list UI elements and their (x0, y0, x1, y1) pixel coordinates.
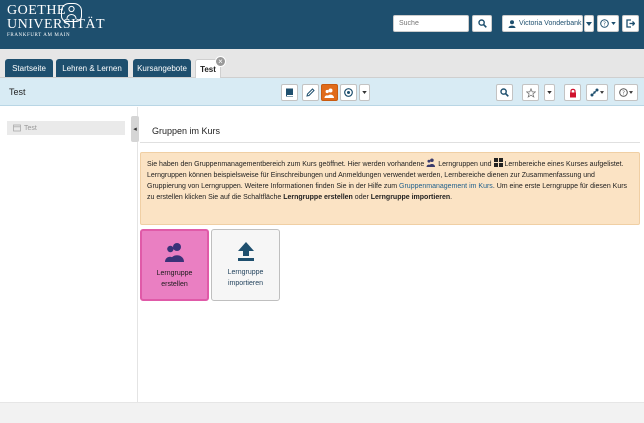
logo-line-1: GOETHE (7, 3, 66, 18)
goethe-seal-icon (61, 3, 82, 22)
info-text-1: Sie haben den Gruppenmanagementbereich z… (147, 161, 425, 168)
create-group-button[interactable]: Lerngruppe erstellen (140, 229, 209, 301)
course-toolbar: Test ? (0, 78, 644, 106)
course-title: Test (9, 87, 26, 97)
search-input[interactable] (393, 15, 469, 32)
pencil-icon (306, 88, 315, 97)
course-help-button[interactable]: ? (614, 84, 638, 101)
user-menu-caret[interactable] (584, 15, 594, 32)
course-content-button[interactable] (281, 84, 298, 101)
book-icon (286, 88, 293, 97)
group-icon (164, 243, 184, 262)
tab-lehren-lernen[interactable]: Lehren & Lernen (56, 59, 128, 77)
course-groups-button[interactable] (321, 84, 338, 101)
user-name: Victoria Vonderbank (519, 20, 582, 27)
sidebar-item-test[interactable]: Test (7, 121, 125, 135)
course-edit-button[interactable] (302, 84, 319, 101)
logout-icon (626, 19, 635, 28)
course-structure-button[interactable] (586, 84, 608, 101)
create-group-label: Lerngruppe erstellen (157, 268, 193, 290)
help-menu-button[interactable]: ? (597, 15, 619, 32)
create-group-label-line2: erstellen (161, 281, 188, 288)
caret-down-icon (362, 91, 367, 94)
import-group-label-line1: Lerngruppe (227, 269, 264, 276)
bookmark-dropdown[interactable] (544, 84, 555, 101)
user-icon (508, 19, 516, 28)
info-box: Sie haben den Gruppenmanagementbereich z… (140, 152, 640, 225)
course-lock-button[interactable] (564, 84, 581, 101)
sidebar-divider (137, 107, 138, 402)
user-menu-button[interactable]: Victoria Vonderbank (502, 15, 583, 32)
help-icon: ? (600, 19, 609, 28)
sidebar-item-label: Test (24, 124, 37, 132)
university-logo[interactable]: GOETHE UNIVERSITÄT FRANKFURT AM MAIN (7, 4, 105, 39)
course-search-button[interactable] (496, 84, 513, 101)
caret-down-icon (547, 91, 552, 94)
target-icon (344, 88, 353, 97)
page-title: Gruppen im Kurs (152, 126, 221, 136)
info-bold-create: Lerngruppe erstellen (283, 194, 353, 201)
bookmark-button[interactable] (522, 84, 539, 101)
logo-line-2: UNIVERSITÄT (7, 17, 106, 32)
import-group-label-line2: importieren (227, 280, 263, 287)
info-text-5: oder (354, 194, 369, 201)
network-icon (590, 88, 599, 97)
close-tab-icon[interactable]: × (215, 56, 226, 67)
svg-text:?: ? (622, 91, 625, 97)
info-bold-import: Lerngruppe importieren (370, 194, 451, 201)
upload-icon (237, 242, 254, 261)
search-icon (477, 19, 487, 28)
info-text-2: Lerngruppen und (438, 161, 492, 168)
help-icon: ? (619, 88, 628, 97)
info-text-6: . (450, 194, 453, 201)
caret-down-icon (586, 21, 592, 26)
star-icon (525, 87, 536, 98)
search-button[interactable] (472, 15, 492, 32)
main-tab-bar: Startseite Lehren & Lernen Kursangebote … (0, 49, 644, 78)
caret-down-icon (600, 91, 604, 94)
tab-kursangebote[interactable]: Kursangebote (133, 59, 191, 77)
logo-line-3: FRANKFURT AM MAIN (7, 33, 71, 38)
caret-down-icon (629, 91, 633, 94)
title-divider (140, 142, 640, 143)
page-footer (0, 402, 644, 423)
course-node-icon (13, 124, 21, 132)
group-icon (324, 88, 334, 98)
import-group-button[interactable]: Lerngruppe importieren (211, 229, 280, 301)
group-icon (426, 158, 436, 167)
search-icon (500, 88, 509, 97)
course-assessment-button[interactable] (340, 84, 357, 101)
collapse-sidebar-button[interactable]: ◂ (131, 116, 139, 142)
group-management-help-link[interactable]: Gruppenmanagement im Kurs (399, 183, 493, 190)
caret-down-icon (611, 22, 616, 25)
svg-text:?: ? (603, 22, 606, 28)
course-sidebar: Test (0, 107, 132, 402)
top-header: GOETHE UNIVERSITÄT FRANKFURT AM MAIN Vic… (0, 0, 644, 49)
logout-button[interactable] (622, 15, 639, 32)
chevron-left-icon: ◂ (133, 126, 137, 133)
tab-startseite[interactable]: Startseite (5, 59, 53, 77)
course-more-dropdown[interactable] (359, 84, 370, 101)
grid-icon (493, 158, 503, 167)
import-group-label: Lerngruppe importieren (228, 267, 264, 289)
create-group-label-line1: Lerngruppe (156, 270, 193, 277)
lock-icon (569, 88, 576, 97)
